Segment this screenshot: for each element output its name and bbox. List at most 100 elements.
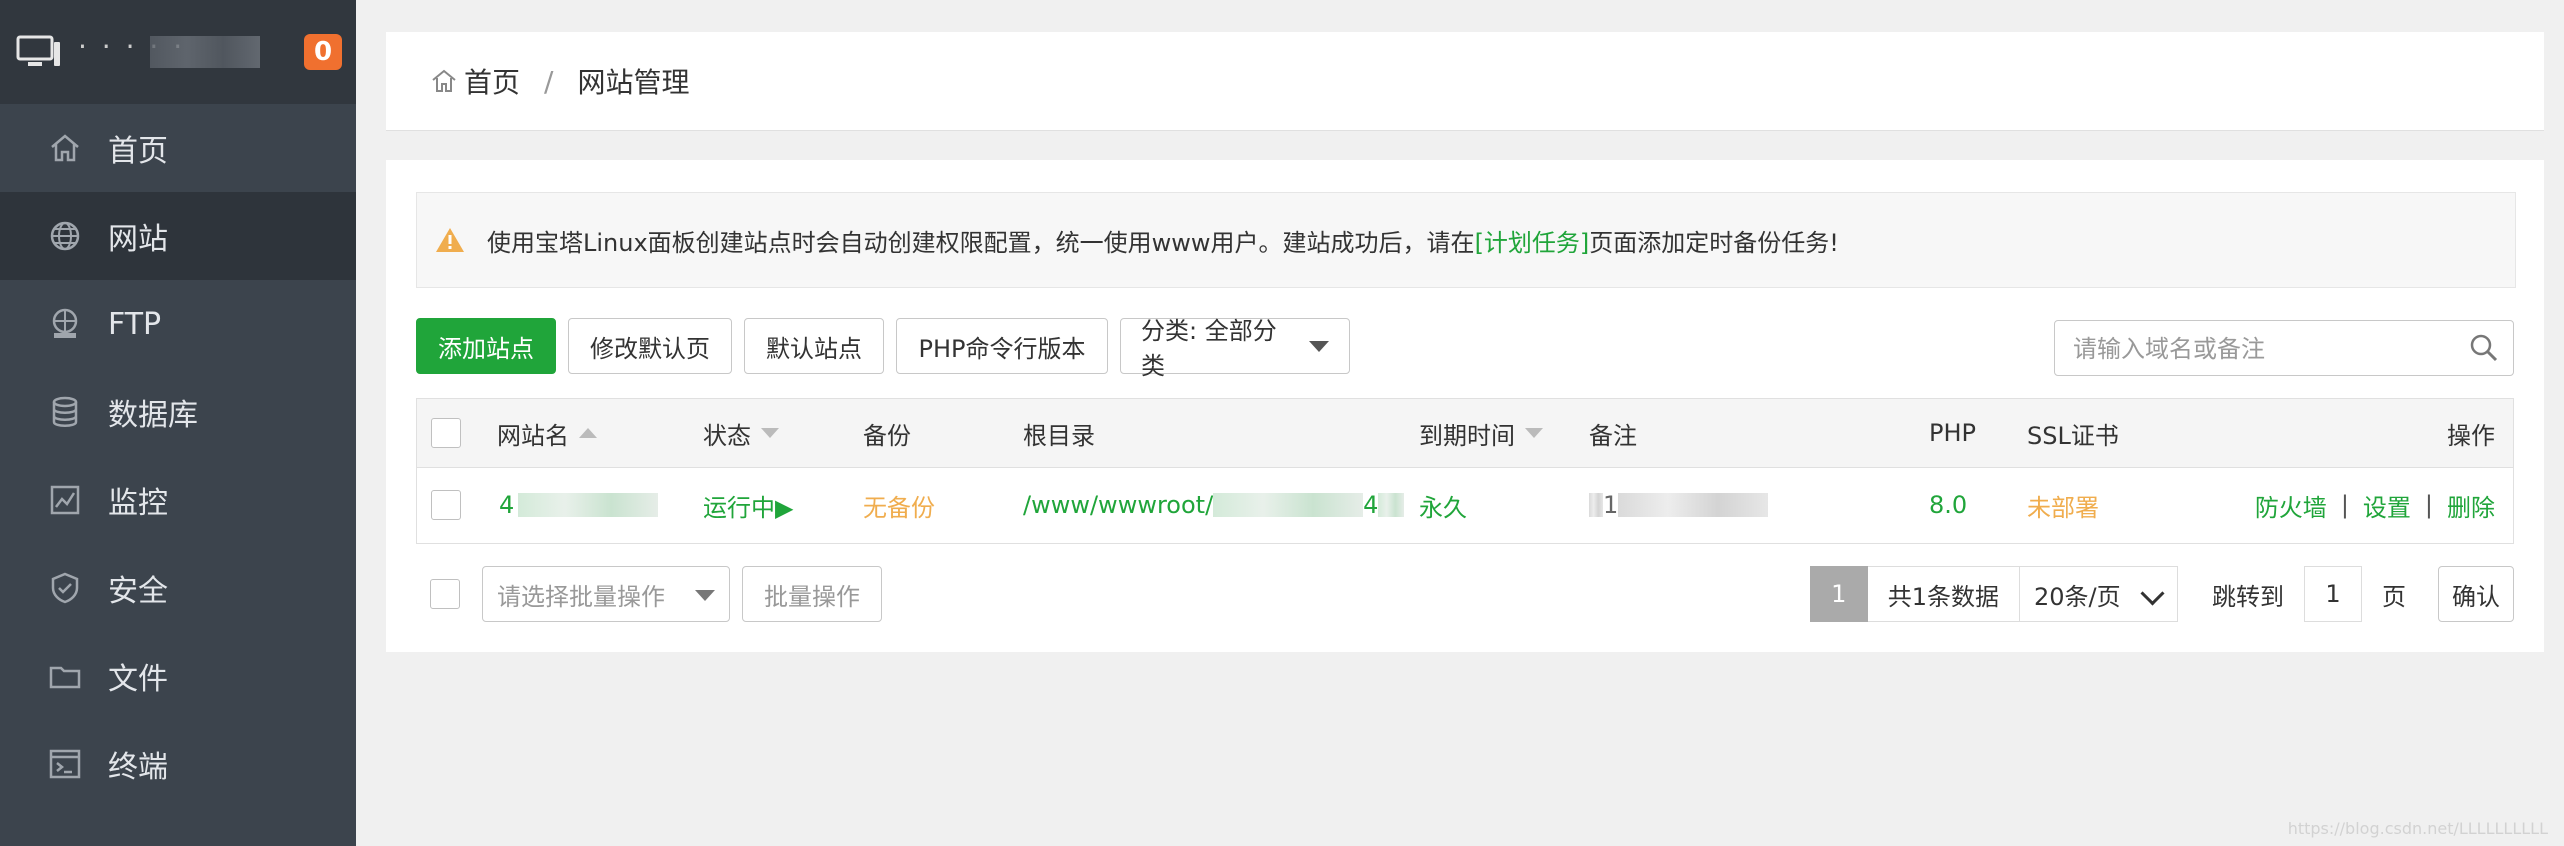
- sort-desc-icon: [1525, 428, 1543, 438]
- col-expire-label: 到期时间: [1419, 421, 1515, 450]
- sidebar-item-label: 文件: [108, 662, 168, 697]
- jump-page-input[interactable]: 1: [2304, 566, 2362, 622]
- settings-action[interactable]: 设置: [2363, 488, 2411, 523]
- sidebar-item-label: 终端: [108, 750, 168, 785]
- search-input[interactable]: [2055, 321, 2475, 377]
- sidebar-item-database[interactable]: 数据库: [0, 368, 356, 456]
- sites-table: 网站名 状态 备份 根目录 到期时间 备注 PHP SSL证书 操作 4 运行中…: [416, 398, 2514, 544]
- col-site-name[interactable]: 网站名: [497, 399, 597, 467]
- search-box: [2054, 320, 2514, 377]
- row-select-cell: [431, 467, 461, 543]
- action-separator: |: [2340, 491, 2349, 519]
- table-row: 4 运行中▶ 无备份 /www/wwwroot/ 4 永久 1 8.0 未部署 …: [417, 467, 2513, 543]
- watermark: https://blog.csdn.net/LLLLLLLLLL: [2287, 819, 2548, 838]
- chevron-down-icon: [2140, 581, 2165, 606]
- sort-desc-icon: [761, 428, 779, 438]
- page-size-select[interactable]: 20条/页: [2020, 566, 2178, 622]
- batch-operation-button[interactable]: 批量操作: [742, 566, 882, 622]
- remark-field[interactable]: 1: [1589, 467, 1769, 543]
- pagination: 1 共1条数据 20条/页 跳转到 1 页 确认: [1809, 566, 2514, 622]
- breadcrumb-home-link[interactable]: 首页: [464, 61, 520, 101]
- batch-select-checkbox[interactable]: [430, 579, 460, 609]
- row-checkbox[interactable]: [431, 490, 461, 520]
- php-cli-version-button[interactable]: PHP命令行版本: [896, 318, 1108, 374]
- php-version-link[interactable]: 8.0: [1929, 467, 1967, 543]
- caret-down-icon: [695, 590, 715, 601]
- add-site-button[interactable]: 添加站点: [416, 318, 556, 374]
- default-site-button[interactable]: 默认站点: [744, 318, 884, 374]
- remark-text: 1: [1603, 491, 1619, 519]
- caret-down-icon: [1309, 340, 1329, 352]
- table-footer: 请选择批量操作 批量操作 1 共1条数据 20条/页 跳转到 1 页 确认: [416, 566, 2514, 622]
- sidebar-item-website[interactable]: 网站: [0, 192, 356, 280]
- server-header: · · · · · 0: [0, 0, 356, 104]
- col-backup: 备份: [863, 421, 911, 450]
- batch-operation-placeholder: 请选择批量操作: [497, 582, 665, 611]
- site-name-redacted: [518, 493, 659, 517]
- cron-task-link[interactable]: [计划任务]: [1475, 229, 1590, 257]
- root-dir-redacted: [1213, 493, 1364, 517]
- sidebar-item-home[interactable]: 首页: [0, 104, 356, 192]
- col-expire[interactable]: 到期时间: [1419, 399, 1543, 467]
- col-root-dir: 根目录: [1023, 421, 1095, 450]
- col-ssl: SSL证书: [2027, 421, 2119, 450]
- col-status-label: 状态: [703, 421, 751, 450]
- expire-link[interactable]: 永久: [1419, 467, 1467, 543]
- sidebar-item-terminal[interactable]: 终端: [0, 720, 356, 808]
- modify-default-page-button[interactable]: 修改默认页: [568, 318, 732, 374]
- site-management-panel: 使用宝塔Linux面板创建站点时会自动创建权限配置，统一使用www用户。建站成功…: [386, 160, 2544, 652]
- sidebar-item-label: 安全: [108, 574, 168, 609]
- jump-label: 跳转到: [2212, 582, 2284, 611]
- site-name-link[interactable]: 4: [499, 467, 659, 543]
- sidebar-item-label: 网站: [108, 222, 168, 257]
- col-site-name-label: 网站名: [497, 421, 569, 450]
- home-icon: [48, 131, 82, 165]
- batch-operation-select[interactable]: 请选择批量操作: [482, 566, 730, 622]
- notice-text-after: 页面添加定时备份任务!: [1589, 228, 1839, 257]
- sidebar-item-label: FTP: [108, 306, 162, 342]
- notice-banner: 使用宝塔Linux面板创建站点时会自动创建权限配置，统一使用www用户。建站成功…: [416, 192, 2516, 288]
- sidebar-item-ftp[interactable]: FTP: [0, 280, 356, 368]
- table-header: 网站名 状态 备份 根目录 到期时间 备注 PHP SSL证书 操作: [417, 399, 2513, 468]
- home-icon[interactable]: [430, 67, 458, 95]
- breadcrumb: 首页 / 网站管理: [386, 32, 2544, 131]
- root-dir-tail: 4: [1363, 491, 1379, 519]
- action-separator: |: [2424, 491, 2433, 519]
- folder-icon: [48, 659, 82, 693]
- backup-link[interactable]: 无备份: [863, 467, 935, 543]
- sidebar-item-security[interactable]: 安全: [0, 544, 356, 632]
- site-name-text: 4: [499, 491, 515, 519]
- sidebar: · · · · · 0 首页 网站 FTP 数据库 监控 安全 文件 终端: [0, 0, 356, 846]
- col-actions: 操作: [2447, 421, 2495, 450]
- breadcrumb-separator: /: [544, 64, 554, 98]
- globe-icon: [48, 219, 82, 253]
- terminal-icon: [48, 747, 82, 781]
- category-select[interactable]: 分类: 全部分类: [1120, 317, 1350, 380]
- remark-redacted: [1589, 493, 1603, 517]
- remark-redacted-tail: [1618, 493, 1769, 517]
- shield-icon: [48, 571, 82, 605]
- page-number-current[interactable]: 1: [1809, 566, 1868, 622]
- sort-asc-icon: [579, 428, 597, 438]
- monitor-chart-icon: [48, 483, 82, 517]
- ftp-icon: [48, 307, 82, 341]
- sidebar-item-label: 监控: [108, 486, 168, 521]
- notification-badge[interactable]: 0: [304, 34, 342, 70]
- select-all-cell: [431, 399, 461, 467]
- col-status[interactable]: 状态: [703, 399, 779, 467]
- delete-action[interactable]: 删除: [2447, 488, 2495, 523]
- server-name-redacted: [150, 36, 260, 68]
- root-dir-redacted-tail: [1378, 493, 1405, 517]
- sidebar-item-monitor[interactable]: 监控: [0, 456, 356, 544]
- sidebar-item-files[interactable]: 文件: [0, 632, 356, 720]
- ssl-status-link[interactable]: 未部署: [2027, 467, 2099, 543]
- jump-confirm-button[interactable]: 确认: [2438, 566, 2514, 622]
- status-running-toggle[interactable]: 运行中▶: [703, 467, 793, 543]
- search-icon[interactable]: [2469, 333, 2499, 363]
- sidebar-item-label: 首页: [108, 134, 168, 169]
- total-count: 共1条数据: [1867, 566, 2020, 622]
- firewall-action[interactable]: 防火墙: [2255, 488, 2327, 523]
- root-dir-link[interactable]: /www/wwwroot/ 4: [1023, 467, 1405, 543]
- select-all-checkbox[interactable]: [431, 418, 461, 448]
- sidebar-item-label: 数据库: [108, 398, 198, 433]
